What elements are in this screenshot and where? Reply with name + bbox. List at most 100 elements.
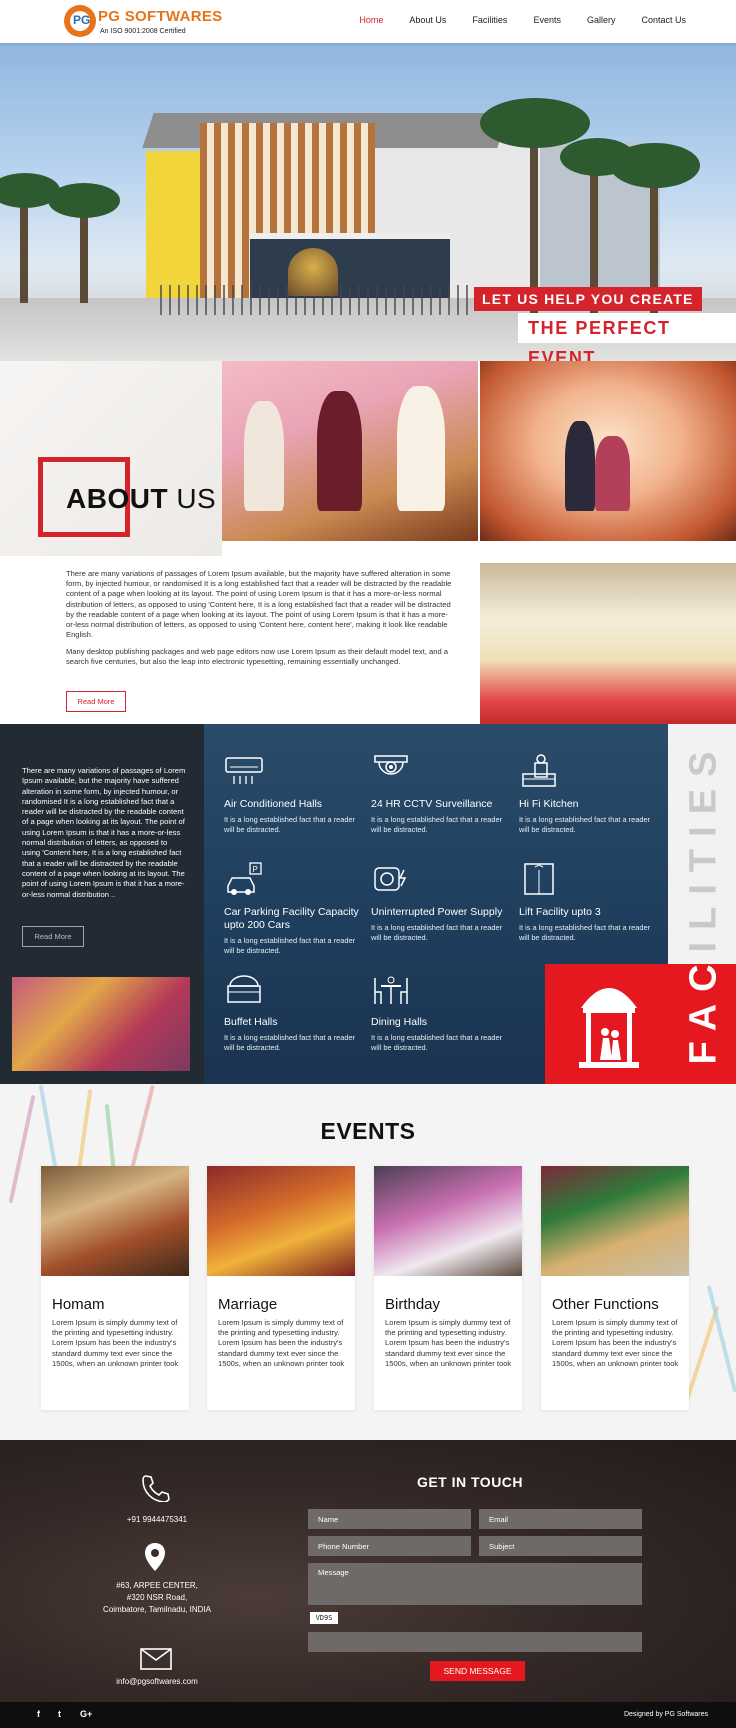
decorated-stage-photo bbox=[480, 563, 736, 724]
events-title: EVENTS bbox=[320, 1118, 416, 1144]
event-title: Homam bbox=[52, 1296, 105, 1313]
about-paragraph-1: There are many variations of passages of… bbox=[66, 569, 452, 640]
location-pin-icon bbox=[145, 1543, 165, 1571]
facilities-sidebar: There are many variations of passages of… bbox=[0, 724, 204, 1084]
hero-banner: LET US HELP YOU CREATE THE PERFECT EVENT… bbox=[0, 43, 736, 361]
facility-desc: It is a long established fact that a rea… bbox=[371, 1033, 503, 1052]
groom-figure bbox=[397, 386, 445, 511]
facility-desc: It is a long established fact that a rea… bbox=[224, 1033, 356, 1052]
about-read-more-button[interactable]: Read More bbox=[66, 691, 126, 712]
facility-title: Buffet Halls bbox=[224, 1016, 278, 1028]
contact-address-line1: #63, ARPEE CENTER, bbox=[116, 1581, 198, 1590]
facilities-vertical-word: FACILITIES bbox=[682, 739, 725, 1065]
facility-title: Lift Facility upto 3 bbox=[519, 906, 601, 918]
reception-stage-photo bbox=[480, 361, 736, 541]
facility-desc: It is a long established fact that a rea… bbox=[371, 923, 503, 942]
function-photo bbox=[12, 977, 190, 1071]
phone-icon bbox=[142, 1475, 170, 1502]
captcha-field[interactable] bbox=[308, 1632, 642, 1652]
event-desc: Lorem Ipsum is simply dummy text of the … bbox=[52, 1318, 179, 1368]
event-photo bbox=[207, 1166, 355, 1276]
confetti-ribbon bbox=[684, 1305, 720, 1403]
event-photo bbox=[374, 1166, 522, 1276]
facility-car-parking: P Car Parking Facility Capacity upto 200… bbox=[224, 862, 364, 955]
priest-figure bbox=[244, 401, 284, 511]
palm-tree bbox=[20, 193, 28, 303]
event-title: Marriage bbox=[218, 1296, 278, 1313]
top-navbar: PG PG SOFTWARES An ISO 9001:2008 Certifi… bbox=[0, 0, 736, 43]
contact-email[interactable]: info@pgsoftwares.com bbox=[80, 1676, 234, 1688]
event-card-other-functions[interactable]: Other Functions Lorem Ipsum is simply du… bbox=[541, 1166, 689, 1410]
palm-tree bbox=[48, 183, 120, 218]
facility-desc: It is a long established fact that a rea… bbox=[519, 923, 651, 942]
footer-credit: Designed by PG Softwares bbox=[623, 1711, 708, 1718]
logo-icon[interactable]: PG bbox=[64, 5, 96, 37]
event-title: Other Functions bbox=[552, 1296, 659, 1313]
email-field[interactable] bbox=[479, 1509, 642, 1529]
nav-about-us[interactable]: About Us bbox=[409, 15, 446, 25]
event-card-homam[interactable]: Homam Lorem Ipsum is simply dummy text o… bbox=[41, 1166, 189, 1410]
cctv-icon bbox=[374, 755, 408, 775]
lift-icon bbox=[524, 863, 554, 895]
about-paragraph-2: Many desktop publishing packages and web… bbox=[66, 647, 449, 667]
facility-air-conditioned: Air Conditioned Halls It is a long estab… bbox=[224, 754, 364, 834]
facility-dining: Dining Halls It is a long established fa… bbox=[371, 972, 511, 1052]
event-card-birthday[interactable]: Birthday Lorem Ipsum is simply dummy tex… bbox=[374, 1166, 522, 1410]
subject-field[interactable] bbox=[479, 1536, 642, 1556]
nav-contact-us[interactable]: Contact Us bbox=[641, 15, 686, 25]
phone-field[interactable] bbox=[308, 1536, 471, 1556]
bride-figure bbox=[317, 391, 362, 511]
nav-gallery[interactable]: Gallery bbox=[587, 15, 616, 25]
dining-icon bbox=[374, 976, 408, 1004]
facility-lift: Lift Facility upto 3 It is a long establ… bbox=[519, 862, 659, 942]
confetti-ribbon bbox=[8, 1094, 36, 1204]
generator-icon bbox=[374, 867, 407, 891]
name-field[interactable] bbox=[308, 1509, 471, 1529]
kitchen-icon bbox=[522, 754, 556, 787]
event-photo bbox=[41, 1166, 189, 1276]
facility-title: 24 HR CCTV Surveillance bbox=[371, 798, 493, 810]
send-message-button[interactable]: SEND MESSAGE bbox=[430, 1661, 525, 1681]
facilities-intro: There are many variations of passages of… bbox=[22, 766, 186, 899]
facility-buffet: Buffet Halls It is a long established fa… bbox=[224, 972, 364, 1052]
couple-figure bbox=[595, 436, 630, 511]
hero-tagline-1: LET US HELP YOU CREATE bbox=[474, 287, 702, 311]
temple-dome bbox=[288, 248, 338, 296]
events-section: EVENTS Homam Lorem Ipsum is simply dummy… bbox=[0, 1084, 736, 1440]
twitter-icon[interactable]: t bbox=[58, 1709, 61, 1719]
contact-phone[interactable]: +91 9944475341 bbox=[80, 1514, 234, 1526]
facility-desc: It is a long established fact that a rea… bbox=[224, 815, 356, 834]
footer: f t G+ Designed by PG Softwares bbox=[0, 1702, 736, 1728]
facilities-read-more-button[interactable]: Read More bbox=[22, 926, 84, 947]
google-plus-icon[interactable]: G+ bbox=[80, 1709, 92, 1719]
hero-tagline-2: THE PERFECT EVENT. bbox=[518, 313, 736, 361]
wedding-ceremony-photo bbox=[222, 361, 478, 541]
contact-address-line2: #320 NSR Road, bbox=[126, 1593, 188, 1602]
event-card-marriage[interactable]: Marriage Lorem Ipsum is simply dummy tex… bbox=[207, 1166, 355, 1410]
palm-tree bbox=[560, 138, 635, 176]
nav-home[interactable]: Home bbox=[359, 15, 383, 25]
contact-section: +91 9944475341 #63, ARPEE CENTER, #320 N… bbox=[0, 1440, 736, 1702]
facility-desc: It is a long established fact that a rea… bbox=[224, 936, 356, 955]
nav-events[interactable]: Events bbox=[533, 15, 561, 25]
about-title: ABOUT US bbox=[66, 483, 217, 514]
car-parking-icon: P bbox=[227, 862, 262, 895]
facility-desc: It is a long established fact that a rea… bbox=[519, 815, 651, 834]
facilities-section: There are many variations of passages of… bbox=[0, 724, 736, 1084]
air-conditioner-icon bbox=[225, 757, 263, 784]
facility-title: Air Conditioned Halls bbox=[224, 798, 323, 810]
facility-title: Hi Fi Kitchen bbox=[519, 798, 579, 810]
facebook-icon[interactable]: f bbox=[37, 1709, 40, 1719]
email-icon bbox=[140, 1648, 172, 1670]
facility-kitchen: Hi Fi Kitchen It is a long established f… bbox=[519, 754, 659, 834]
brand-name[interactable]: PG SOFTWARES bbox=[98, 8, 222, 25]
captcha-image: VD9S bbox=[310, 1612, 338, 1624]
message-field[interactable] bbox=[308, 1563, 642, 1605]
palm-tree bbox=[530, 123, 538, 313]
couple-figure bbox=[565, 421, 595, 511]
about-section: ABOUT US There are many variations of pa… bbox=[0, 361, 736, 724]
nav-facilities[interactable]: Facilities bbox=[472, 15, 507, 25]
palm-tree bbox=[80, 203, 88, 303]
svg-text:P: P bbox=[253, 865, 258, 874]
contact-address-line3: Coimbatore, Tamilnadu, INDIA bbox=[103, 1605, 211, 1614]
